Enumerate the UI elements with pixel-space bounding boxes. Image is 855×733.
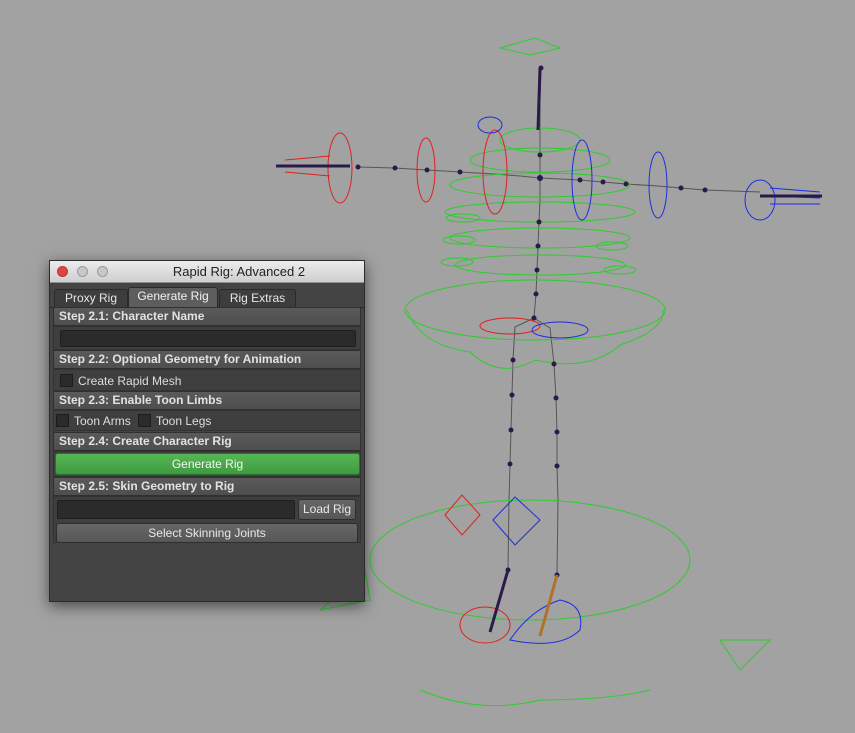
rig-name-field[interactable]: [57, 500, 295, 519]
window-titlebar[interactable]: Rapid Rig: Advanced 2: [50, 261, 364, 283]
select-skinning-joints-button[interactable]: Select Skinning Joints: [56, 523, 358, 543]
toon-legs-checkbox[interactable]: [138, 414, 151, 427]
toon-legs-label: Toon Legs: [156, 414, 212, 428]
zoom-window-button[interactable]: [97, 266, 108, 277]
step-2-5-header[interactable]: Step 2.5: Skin Geometry to Rig: [53, 477, 361, 496]
center-controls: [318, 37, 772, 707]
toon-arms-label: Toon Arms: [74, 414, 131, 428]
toon-arms-checkbox[interactable]: [56, 414, 69, 427]
close-window-button[interactable]: [57, 266, 68, 277]
tab-rig-extras[interactable]: Rig Extras: [219, 289, 296, 307]
step-2-4-header[interactable]: Step 2.4: Create Character Rig: [53, 432, 361, 451]
step-2-2-header[interactable]: Step 2.2: Optional Geometry for Animatio…: [53, 350, 361, 369]
window-title: Rapid Rig: Advanced 2: [172, 264, 306, 279]
step-2-3-header[interactable]: Step 2.3: Enable Toon Limbs: [53, 391, 361, 410]
tab-bar: Proxy Rig Rig Extras Generate Rig: [50, 287, 364, 308]
tab-generate-rig[interactable]: Generate Rig: [128, 287, 218, 308]
toon-limbs-row: Toon Arms Toon Legs: [53, 410, 361, 431]
rapid-mesh-row: Create Rapid Mesh: [53, 369, 361, 391]
skin-geometry-row: Load Rig Select Skinning Joints: [53, 496, 361, 543]
step-2-1-header[interactable]: Step 2.1: Character Name: [53, 307, 361, 326]
rapid-rig-window: Rapid Rig: Advanced 2 Proxy Rig Rig Extr…: [49, 260, 365, 602]
generate-rig-button[interactable]: Generate Rig: [55, 453, 360, 475]
create-rapid-mesh-checkbox[interactable]: [60, 374, 73, 387]
minimize-window-button[interactable]: [77, 266, 88, 277]
create-rapid-mesh-label: Create Rapid Mesh: [78, 374, 182, 388]
generate-rig-row: Generate Rig: [53, 451, 361, 477]
load-rig-button[interactable]: Load Rig: [298, 499, 356, 520]
tab-proxy-rig[interactable]: Proxy Rig: [54, 289, 128, 307]
character-name-input[interactable]: [60, 330, 356, 347]
character-name-row: [53, 326, 361, 350]
